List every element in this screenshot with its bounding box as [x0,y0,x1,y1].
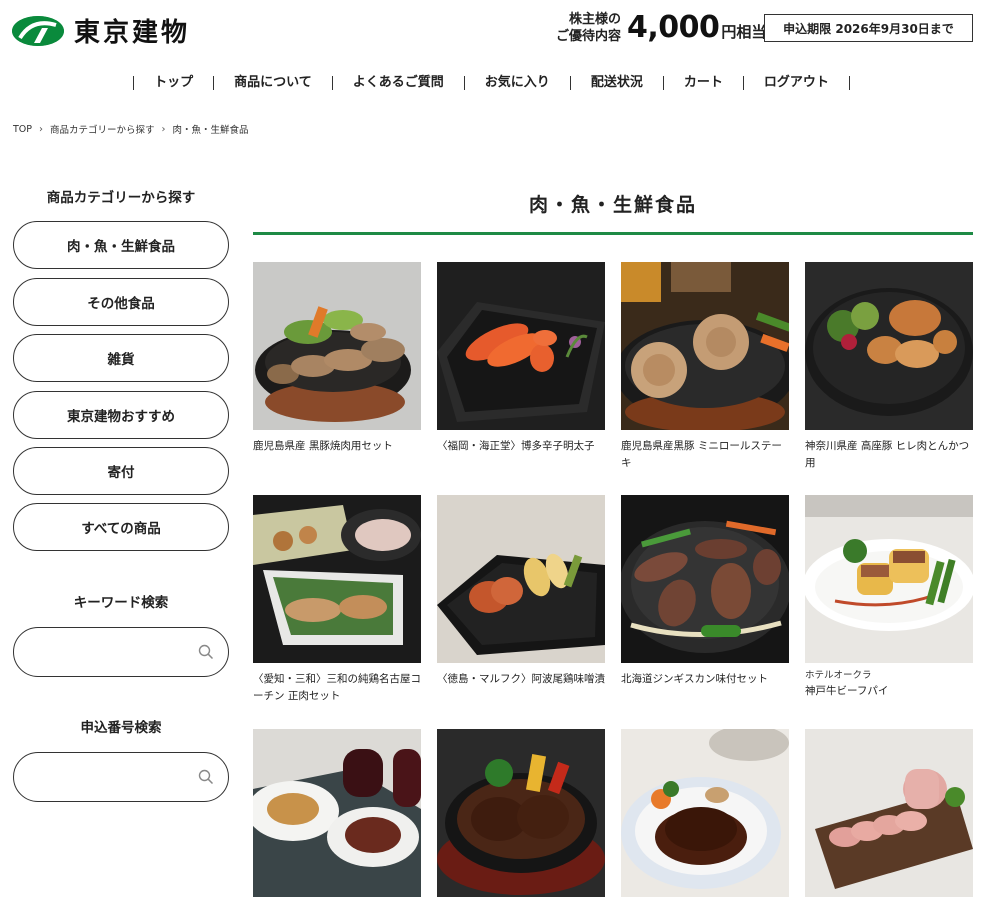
category-donation[interactable]: 寄付 [13,447,229,495]
product-card[interactable]: 〈愛知・三和〉三和の純鶏名古屋コーチン 正肉セット [253,495,421,705]
product-name[interactable]: 鹿児島県産黒豚 ミニロールステーキ [621,438,789,472]
deadline-badge: 申込期限 2026年9月30日まで [764,14,973,42]
product-name[interactable]: 神戸牛ビーフパイ [805,683,973,700]
site-header: 東京建物 株主様の ご優待内容 4,000 円相当 申込期限 2026年9月30… [0,0,993,60]
keyword-search-box [13,627,229,677]
product-name[interactable]: 〈徳島・マルフク〉阿波尾鶏味噌漬 [437,671,605,688]
category-goods[interactable]: 雑貨 [13,334,229,382]
nav-top[interactable]: トップ [133,76,213,90]
product-image[interactable] [437,729,605,897]
breadcrumb-category-link[interactable]: 商品カテゴリーから探す [50,122,155,136]
category-meat-fish[interactable]: 肉・魚・生鮮食品 [13,221,229,269]
title-divider [253,232,973,235]
chevron-right-icon: › [39,123,44,135]
product-card[interactable]: ホテルオークラ 神戸牛ビーフパイ [805,495,973,700]
nav-faq[interactable]: よくあるご質問 [331,76,464,90]
logo-text: 東京建物 [74,18,191,48]
order-number-search-input[interactable] [32,765,192,789]
product-card[interactable] [437,729,605,903]
nav-shipping-status[interactable]: 配送状況 [569,76,663,90]
nav-cart[interactable]: カート [662,76,743,90]
product-name[interactable]: 北海道ジンギスカン味付セット [621,671,789,688]
product-name[interactable]: 神奈川県産 高座豚 ヒレ肉とんかつ用 [805,438,973,472]
product-card[interactable]: 鹿児島県産 黒豚焼肉用セット [253,262,421,455]
product-card[interactable] [805,729,973,903]
benefit-amount: 4,000 [627,10,720,45]
breadcrumb: TOP › 商品カテゴリーから探す › 肉・魚・生鮮食品 [13,122,249,137]
search-icon[interactable] [198,644,214,660]
product-image[interactable] [253,729,421,897]
product-card[interactable]: 鹿児島県産黒豚 ミニロールステーキ [621,262,789,472]
product-image[interactable] [253,262,421,430]
product-brand[interactable]: ホテルオークラ [805,669,973,682]
product-image[interactable] [805,495,973,663]
product-name[interactable]: 鹿児島県産 黒豚焼肉用セット [253,438,421,455]
benefit-summary: 株主様の ご優待内容 4,000 円相当 [556,10,766,45]
keyword-search-heading: キーワード検索 [73,595,169,611]
product-card[interactable] [253,729,421,903]
product-image[interactable] [437,262,605,430]
product-image[interactable] [437,495,605,663]
product-image[interactable] [621,729,789,897]
product-image[interactable] [621,495,789,663]
breadcrumb-current: 肉・魚・生鮮食品 [172,125,249,136]
product-card[interactable] [621,729,789,903]
product-image[interactable] [805,262,973,430]
product-card[interactable]: 〈福岡・海正堂〉博多辛子明太子 [437,262,605,455]
benefit-label-line2: ご優待内容 [556,28,622,44]
nav-favorites[interactable]: お気に入り [463,76,570,90]
category-other-food[interactable]: その他食品 [13,278,229,326]
product-image[interactable] [253,495,421,663]
chevron-right-icon: › [161,123,166,135]
order-number-search-box [13,752,229,802]
nav-logout[interactable]: ログアウト [742,76,850,90]
product-card[interactable]: 北海道ジンギスカン味付セット [621,495,789,688]
product-card[interactable]: 〈徳島・マルフク〉阿波尾鶏味噌漬 [437,495,605,688]
global-nav: トップ 商品について よくあるご質問 お気に入り 配送状況 カート ログアウト [0,70,993,96]
keyword-search-input[interactable] [32,640,192,664]
logo-mark-icon [12,15,64,46]
benefit-unit: 円相当 [721,23,767,41]
product-image[interactable] [621,262,789,430]
site-logo[interactable]: 東京建物 [12,12,190,49]
category-heading: 商品カテゴリーから探す [46,190,196,206]
benefit-label-line1: 株主様の [569,11,622,27]
product-name[interactable]: 〈福岡・海正堂〉博多辛子明太子 [437,438,605,455]
product-name[interactable]: 〈愛知・三和〉三和の純鶏名古屋コーチン 正肉セット [253,671,421,705]
category-all-products[interactable]: すべての商品 [13,503,229,551]
order-number-search-heading: 申込番号検索 [80,720,162,736]
page-title: 肉・魚・生鮮食品 [528,194,697,216]
benefit-label: 株主様の ご優待内容 [556,11,621,45]
category-recommended[interactable]: 東京建物おすすめ [13,391,229,439]
nav-about-products[interactable]: 商品について [213,76,332,90]
product-card[interactable]: 神奈川県産 高座豚 ヒレ肉とんかつ用 [805,262,973,472]
search-icon[interactable] [198,769,214,785]
product-image[interactable] [805,729,973,897]
breadcrumb-top-link[interactable]: TOP [13,124,32,135]
